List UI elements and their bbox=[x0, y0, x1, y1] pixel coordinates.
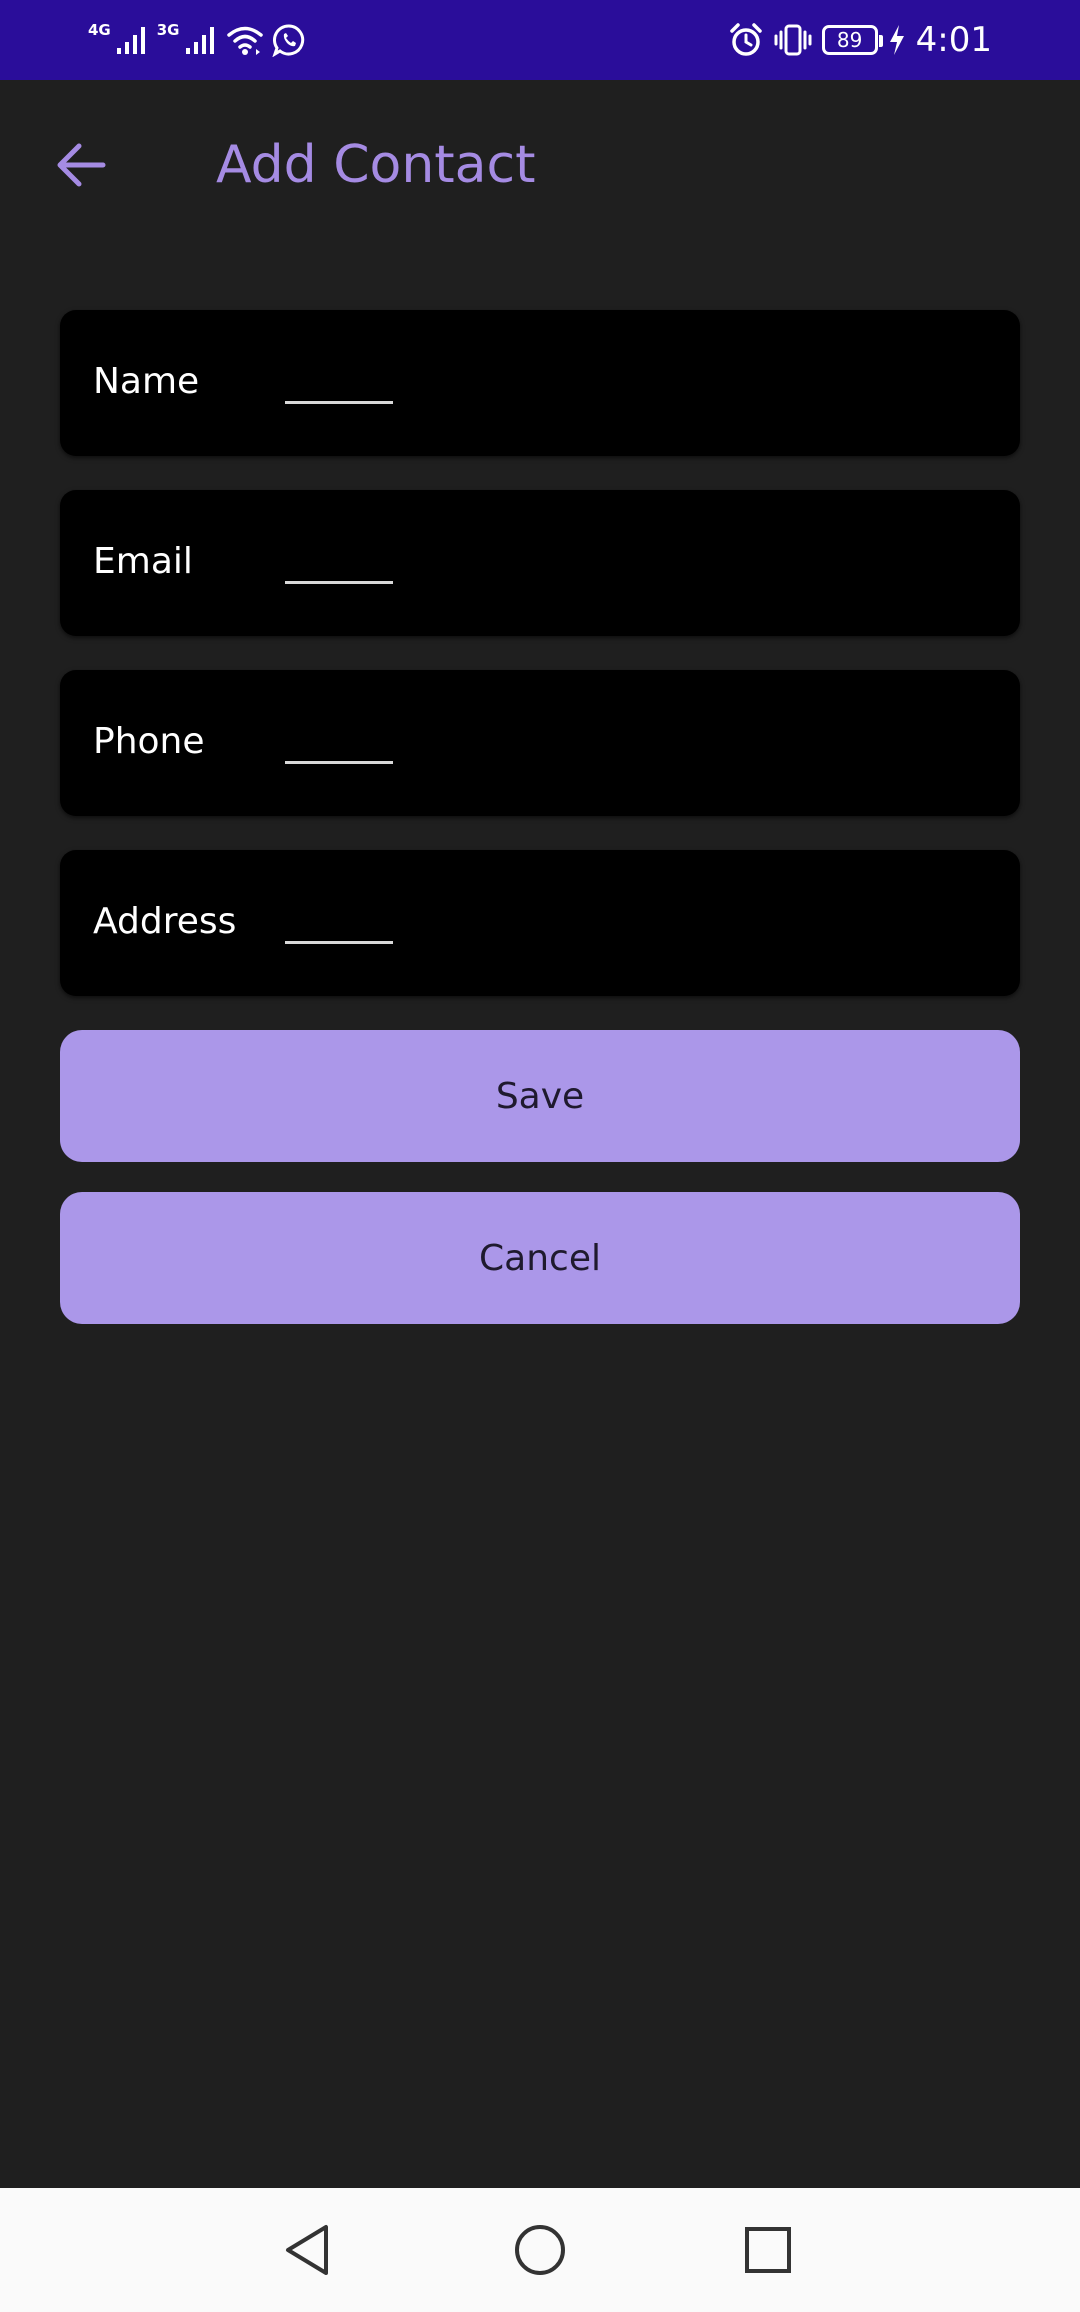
phone-label: Phone bbox=[93, 721, 205, 762]
battery-level: 89 bbox=[836, 28, 863, 52]
address-input[interactable] bbox=[285, 894, 393, 944]
arrow-back-icon bbox=[57, 143, 106, 187]
alarm-icon bbox=[729, 23, 762, 56]
address-field-card: Address bbox=[60, 850, 1020, 996]
nav-back-button[interactable] bbox=[276, 2218, 340, 2282]
save-button[interactable]: Save bbox=[60, 1030, 1020, 1162]
vibrate-icon bbox=[774, 24, 812, 56]
app-bar: Add Contact bbox=[0, 80, 1080, 256]
whatsapp-icon bbox=[271, 24, 304, 57]
email-label: Email bbox=[93, 541, 193, 582]
phone-field-card: Phone bbox=[60, 670, 1020, 816]
status-time: 4:01 bbox=[915, 20, 992, 60]
nav-home-icon bbox=[515, 2225, 565, 2275]
nav-home-button[interactable] bbox=[508, 2218, 572, 2282]
cancel-button[interactable]: Cancel bbox=[60, 1192, 1020, 1324]
email-input[interactable] bbox=[285, 534, 393, 584]
charging-icon bbox=[889, 25, 904, 55]
network-type-1: 4G bbox=[88, 21, 111, 39]
add-contact-screen: 4G 3G 89 4:01 Add Contact Name Email Pho… bbox=[0, 0, 1080, 2312]
status-right: 89 4:01 bbox=[728, 16, 992, 64]
email-field-card: Email bbox=[60, 490, 1020, 636]
name-input[interactable] bbox=[285, 354, 393, 404]
status-bar: 4G 3G 89 4:01 bbox=[0, 0, 1080, 80]
name-label: Name bbox=[93, 361, 200, 402]
nav-recents-icon bbox=[745, 2227, 791, 2273]
nav-recents-button[interactable] bbox=[736, 2218, 800, 2282]
back-button[interactable] bbox=[48, 132, 114, 198]
page-title: Add Contact bbox=[216, 135, 536, 195]
signal-icon bbox=[116, 27, 145, 54]
nav-back-icon bbox=[286, 2225, 328, 2275]
wifi-icon bbox=[226, 26, 263, 55]
battery-icon: 89 bbox=[821, 25, 883, 55]
signal-icon bbox=[185, 27, 214, 54]
status-left: 4G 3G bbox=[88, 16, 306, 64]
phone-input[interactable] bbox=[285, 714, 393, 764]
name-field-card: Name bbox=[60, 310, 1020, 456]
system-nav-bar bbox=[0, 2188, 1080, 2312]
network-type-2: 3G bbox=[156, 21, 180, 39]
contact-form: Name Email Phone Address Save Cancel bbox=[60, 310, 1020, 1324]
address-label: Address bbox=[93, 901, 237, 942]
